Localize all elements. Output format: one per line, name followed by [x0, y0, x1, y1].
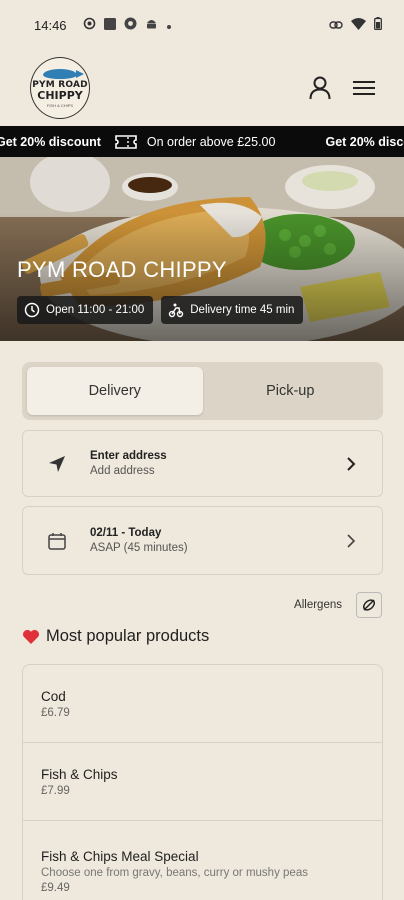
battery-icon: [374, 17, 382, 33]
product-item[interactable]: Fish & Chips £7.99: [23, 743, 382, 821]
hero-banner: PYM ROAD CHIPPY Open 11:00 - 21:00 Deliv…: [0, 157, 404, 341]
delivery-eta: ASAP (45 minutes): [90, 542, 188, 554]
popular-section-title: Most popular products: [22, 627, 209, 646]
scooter-icon: [169, 303, 184, 318]
android-icon: [145, 17, 158, 33]
address-card[interactable]: Enter address Add address: [22, 430, 383, 497]
menu-button[interactable]: [352, 76, 376, 100]
allergens-button[interactable]: [356, 592, 382, 618]
link-icon: [329, 18, 343, 33]
wifi-icon: [351, 17, 366, 33]
product-name: Cod: [41, 688, 66, 704]
app-square-icon: [103, 17, 116, 33]
delivery-date: 02/11 - Today: [90, 527, 162, 539]
product-name: Fish & Chips Meal Special: [41, 848, 199, 864]
pickup-tab[interactable]: Pick-up: [203, 367, 379, 415]
logo-line1: PYM ROAD: [32, 79, 88, 90]
product-description: Choose one from gravy, beans, curry or m…: [41, 866, 308, 879]
chevron-right-icon: [344, 533, 358, 548]
status-bar: 14:46: [0, 0, 404, 50]
product-price: £7.99: [41, 784, 70, 797]
delivery-tab[interactable]: Delivery: [27, 367, 203, 415]
chevron-right-icon: [344, 456, 358, 471]
delivery-time-card[interactable]: 02/11 - Today ASAP (45 minutes): [22, 506, 383, 575]
allergen-icon: [362, 599, 376, 611]
product-price: £6.79: [41, 706, 70, 719]
opening-hours-chip: Open 11:00 - 21:00: [17, 296, 154, 324]
order-mode-toggle: Delivery Pick-up: [22, 362, 383, 420]
calendar-icon: [45, 529, 69, 553]
status-time: 14:46: [34, 17, 67, 33]
product-item[interactable]: Cod £6.79: [23, 665, 382, 743]
delivery-time-text: Delivery time 45 min: [190, 304, 295, 316]
sync-icon: [83, 17, 96, 33]
product-name: Fish & Chips: [41, 766, 118, 782]
heart-icon: [23, 629, 39, 644]
ticker-text-left: Get 20% discount: [0, 134, 101, 149]
dot-icon: [166, 18, 172, 33]
ticker-text-right: Get 20% discount: [325, 134, 404, 149]
popular-title-text: Most popular products: [46, 627, 210, 645]
address-subtitle: Add address: [90, 465, 155, 477]
ticket-icon: [115, 134, 137, 150]
opening-hours-text: Open 11:00 - 21:00: [46, 304, 145, 316]
fish-logo-icon: [43, 68, 84, 79]
hamburger-menu-icon: [353, 81, 375, 95]
popular-products-list: Cod £6.79 Fish & Chips £7.99 Fish & Chip…: [22, 664, 383, 900]
discount-ticker: Get 20% discount On order above £25.00 G…: [0, 126, 404, 157]
restaurant-name: PYM ROAD CHIPPY: [17, 257, 227, 282]
allergens-row: Allergens: [294, 592, 382, 618]
chrome-icon: [124, 17, 137, 33]
delivery-time-chip: Delivery time 45 min: [161, 296, 304, 324]
account-button[interactable]: [308, 76, 332, 100]
product-price: £9.49: [41, 881, 70, 894]
address-title: Enter address: [90, 450, 167, 462]
logo-tagline: FISH & CHIPS: [46, 102, 74, 108]
user-icon: [309, 76, 331, 100]
allergens-label: Allergens: [294, 599, 342, 611]
app-header: PYM ROAD CHIPPY FISH & CHIPS: [0, 50, 404, 126]
ticker-text-middle: On order above £25.00: [146, 134, 276, 149]
product-item[interactable]: Fish & Chips Meal Special Choose one fro…: [23, 821, 382, 900]
location-arrow-icon: [45, 452, 69, 476]
restaurant-logo[interactable]: PYM ROAD CHIPPY FISH & CHIPS: [30, 57, 90, 119]
clock-icon: [24, 302, 40, 318]
logo-line2: CHIPPY: [37, 88, 83, 102]
